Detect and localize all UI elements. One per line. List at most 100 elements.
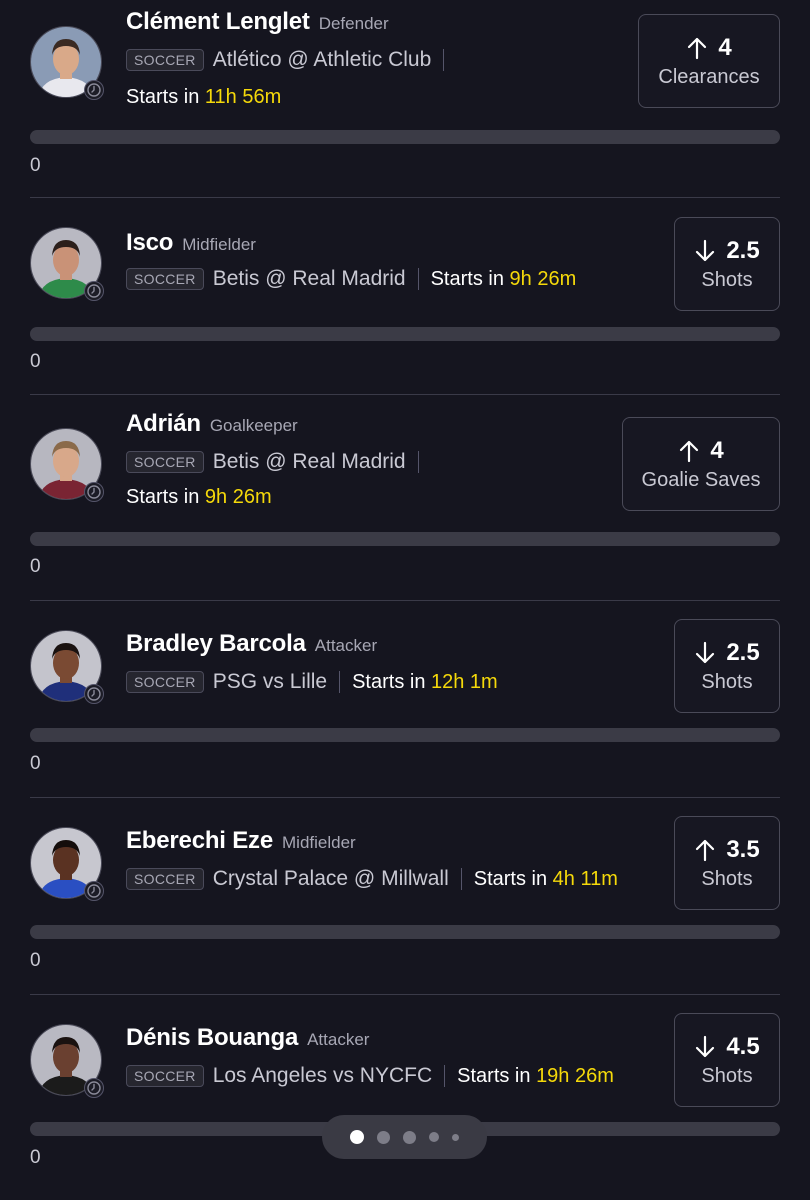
projection-box[interactable]: 2.5 Shots (674, 217, 780, 311)
start-time: Starts in 11h 56m (126, 86, 281, 108)
progress-count: 0 (30, 950, 41, 971)
starts-countdown: 9h 26m (509, 267, 577, 290)
matchup: Los Angeles vs NYCFC (212, 1064, 433, 1087)
player-name-row: Dénis Bouanga Attacker (126, 1024, 369, 1052)
prop-card[interactable]: Bradley Barcola Attacker SOCCER PSG vs Lill… (0, 600, 810, 797)
avatar[interactable] (30, 428, 104, 502)
player-position: Attacker (314, 636, 378, 655)
page-dot[interactable] (429, 1132, 439, 1142)
prop-card[interactable]: Clément Lenglet Defender SOCCER Atlético @ … (0, 0, 810, 197)
start-time: Starts in 9h 26m (126, 486, 272, 508)
start-time: Starts in 9h 26m (431, 268, 577, 291)
projection-box[interactable]: 3.5 Shots (674, 816, 780, 910)
separator (339, 671, 341, 693)
arrow-up-icon (694, 838, 716, 862)
matchup: Crystal Palace @ Millwall (212, 867, 449, 890)
player-name-row: Eberechi Eze Midfielder (126, 827, 356, 855)
game-info-row: SOCCER Betis @ Real Madrid (126, 450, 431, 474)
projection-box[interactable]: 4 Goalie Saves (622, 417, 780, 511)
game-info-row: SOCCER Crystal Palace @ Millwall Starts in… (126, 867, 618, 891)
starts-prefix: Starts in (352, 670, 426, 693)
matchup: Betis @ Real Madrid (212, 450, 406, 473)
arrow-up-icon (678, 439, 700, 463)
start-time: Starts in 4h 11m (474, 868, 618, 891)
player-position: Goalkeeper (209, 416, 298, 435)
line-value: 4 (710, 436, 724, 464)
avatar[interactable] (30, 1024, 104, 1098)
matchup: Betis @ Real Madrid (212, 267, 406, 290)
clock-icon (84, 881, 104, 901)
progress-count: 0 (30, 155, 41, 176)
progress-bar (30, 532, 780, 546)
player-name-row: Adrián Goalkeeper (126, 410, 298, 438)
projection-line: 2.5 (694, 236, 760, 265)
progress-bar (30, 925, 780, 939)
page-dot[interactable] (403, 1130, 416, 1144)
player-position: Midfielder (282, 833, 356, 852)
player-name[interactable]: Dénis Bouanga (126, 1024, 298, 1052)
clock-icon (84, 80, 104, 100)
starts-prefix: Starts in (126, 86, 200, 108)
game-info-row: SOCCER Betis @ Real Madrid Starts in 9h 26… (126, 267, 576, 291)
projection-line: 3.5 (694, 836, 760, 864)
stat-type: Goalie Saves (641, 468, 761, 491)
player-name[interactable]: Clément Lenglet (126, 8, 310, 36)
progress-count: 0 (30, 753, 41, 774)
progress-bar (30, 728, 780, 742)
avatar[interactable] (30, 827, 104, 901)
player-name[interactable]: Bradley Barcola (126, 630, 306, 658)
player-name[interactable]: Isco (126, 229, 173, 257)
stat-type: Clearances (658, 65, 760, 88)
arrow-up-icon (686, 36, 708, 60)
page-dot[interactable] (377, 1130, 390, 1144)
progress-bar (30, 130, 780, 144)
prop-card[interactable]: Eberechi Eze Midfielder SOCCER Crystal Pala… (0, 797, 810, 994)
matchup: PSG vs Lille (212, 670, 328, 693)
player-name[interactable]: Adrián (126, 410, 201, 438)
game-info-row: SOCCER Atlético @ Athletic Club (126, 48, 456, 72)
avatar[interactable] (30, 630, 104, 704)
line-value: 4 (718, 33, 732, 61)
sport-tag: SOCCER (126, 451, 204, 473)
starts-countdown: 19h 26m (536, 1064, 614, 1087)
clock-icon (84, 281, 104, 301)
separator (460, 868, 462, 890)
player-name-row: Bradley Barcola Attacker (126, 630, 377, 658)
progress-count: 0 (30, 556, 41, 577)
projection-box[interactable]: 4 Clearances (638, 14, 780, 108)
page-dot[interactable] (350, 1130, 364, 1144)
stat-type: Shots (701, 268, 753, 291)
player-name[interactable]: Eberechi Eze (126, 827, 273, 855)
avatar[interactable] (30, 26, 104, 100)
projection-box[interactable]: 4.5 Shots (674, 1013, 780, 1107)
prop-card[interactable]: Isco Midfielder SOCCER Betis @ Real Madrid S… (0, 197, 810, 394)
line-value: 2.5 (726, 236, 760, 264)
projection-line: 4.5 (694, 1033, 760, 1061)
start-time: Starts in 12h 1m (352, 671, 498, 694)
prop-card[interactable]: Adrián Goalkeeper SOCCER Betis @ Real Madri… (0, 394, 810, 591)
progress-count: 0 (30, 351, 41, 372)
starts-countdown: 12h 1m (431, 670, 498, 693)
matchup: Atlético @ Athletic Club (212, 48, 432, 71)
starts-countdown: 4h 11m (552, 867, 618, 890)
page-dot[interactable] (452, 1133, 459, 1141)
clock-icon (84, 1078, 104, 1098)
sport-tag: SOCCER (126, 49, 204, 71)
start-time: Starts in 19h 26m (457, 1065, 614, 1088)
clock-icon (84, 482, 104, 502)
page-indicator[interactable] (322, 1115, 487, 1159)
player-name-row: Isco Midfielder (126, 229, 256, 257)
avatar[interactable] (30, 227, 104, 301)
stat-type: Shots (701, 670, 753, 693)
player-position: Attacker (307, 1030, 370, 1049)
sport-tag: SOCCER (126, 1065, 204, 1087)
game-info-row: SOCCER Los Angeles vs NYCFC Starts in 19h … (126, 1064, 614, 1088)
arrow-down-icon (694, 641, 716, 665)
prop-card[interactable]: Dénis Bouanga Attacker SOCCER Los Angeles v… (0, 994, 810, 1191)
separator (417, 268, 419, 290)
line-value: 2.5 (726, 638, 760, 666)
starts-countdown: 9h 26m (204, 486, 272, 508)
projection-box[interactable]: 2.5 Shots (674, 619, 780, 713)
separator (444, 1065, 446, 1087)
player-position: Midfielder (182, 235, 256, 254)
